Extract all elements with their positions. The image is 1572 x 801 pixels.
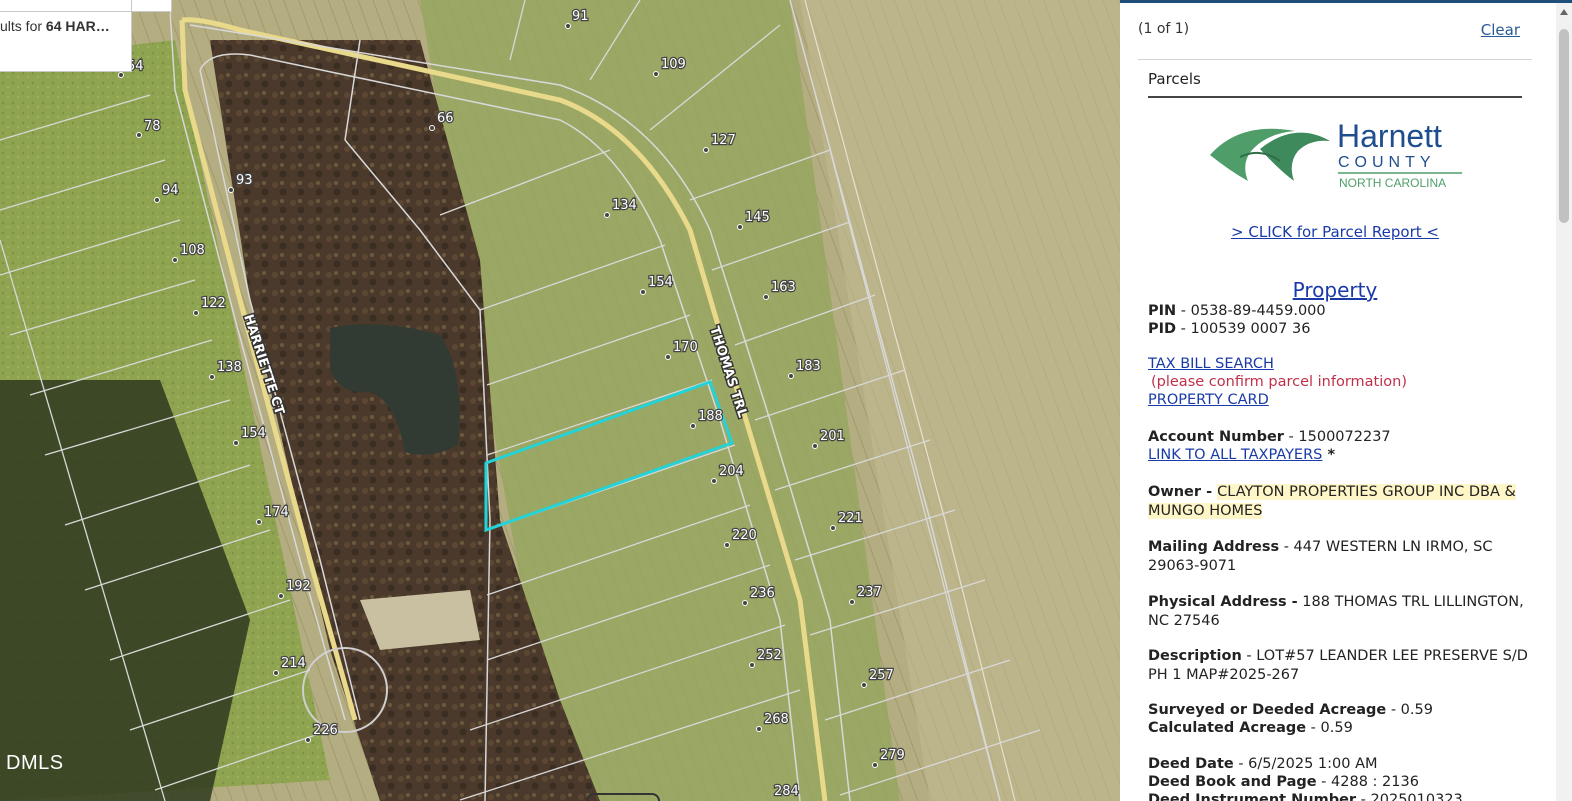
lot-label: 279 <box>880 748 905 763</box>
search-result-query: 64 HAR… <box>45 18 110 34</box>
divider <box>1148 96 1522 98</box>
map-view[interactable]: 91 109 66 78 127 94 93 134 145 108 154 1… <box>0 0 1120 801</box>
lot-label: 94 <box>162 183 179 198</box>
deed-date-label: Deed Date <box>1148 756 1234 772</box>
search-input-edge[interactable] <box>0 0 132 12</box>
physical-address-field: Physical Address - 188 THOMAS TRL LILLIN… <box>1148 593 1528 631</box>
property-card-link[interactable]: PROPERTY CARD <box>1148 392 1269 408</box>
account-value: - 1500072237 <box>1283 429 1391 445</box>
calculated-label: Calculated Acreage <box>1148 720 1307 736</box>
calculated-acreage-field: Calculated Acreage - 0.59 <box>1148 719 1528 737</box>
lot-label: 163 <box>771 280 796 295</box>
lot-label: 154 <box>648 275 673 290</box>
lot-label: 284 <box>774 784 799 799</box>
lot-label: 78 <box>144 119 161 134</box>
property-heading: Property <box>1292 278 1378 302</box>
lot-label: 109 <box>661 57 686 72</box>
logo-line2: COUNTY <box>1338 154 1436 171</box>
search-results-popup[interactable]: ults for 64 HAR… <box>0 0 132 72</box>
physical-label: Physical Address - <box>1148 594 1298 610</box>
taxpayers-star: * <box>1322 447 1336 463</box>
description-label: Description <box>1148 648 1242 664</box>
result-count: (1 of 1) <box>1138 21 1190 37</box>
lot-label: 214 <box>281 656 306 671</box>
mailing-label: Mailing Address <box>1148 539 1280 555</box>
divider <box>1138 59 1532 60</box>
parcel-report-link[interactable]: > CLICK for Parcel Report < <box>1120 223 1550 241</box>
lot-label: 268 <box>764 712 789 727</box>
owner-label: Owner - <box>1148 484 1218 500</box>
lot-label: 220 <box>732 528 757 543</box>
lot-label: 134 <box>612 198 637 213</box>
scroll-thumb[interactable] <box>1559 29 1569 223</box>
lot-label: 183 <box>796 359 821 374</box>
lot-label-selected: 188 <box>698 409 723 424</box>
lot-label: 237 <box>857 585 882 600</box>
mailing-address-field: Mailing Address - 447 WESTERN LN IRMO, S… <box>1148 538 1528 576</box>
deed-book-field: Deed Book and Page - 4288 : 2136 <box>1148 773 1528 791</box>
deed-instrument-label: Deed Instrument Number <box>1148 792 1357 801</box>
lot-label: 201 <box>820 429 845 444</box>
lot-label: 174 <box>264 505 289 520</box>
search-button-edge[interactable] <box>132 0 172 12</box>
pid-field: PID - 100539 0007 36 <box>1148 320 1528 338</box>
lot-label: 145 <box>745 210 770 225</box>
surveyed-acreage-field: Surveyed or Deeded Acreage - 0.59 <box>1148 701 1528 719</box>
pin-value: - 0538-89-4459.000 <box>1176 303 1326 319</box>
calculated-value: - 0.59 <box>1306 720 1353 736</box>
section-title-parcels: Parcels <box>1148 70 1201 88</box>
confirm-note: (please confirm parcel information) <box>1151 374 1407 390</box>
tax-bill-search-link[interactable]: TAX BILL SEARCH <box>1148 356 1274 372</box>
lot-label: 138 <box>217 360 242 375</box>
account-field: Account Number - 1500072237 <box>1148 428 1528 446</box>
logo-line3: NORTH CAROLINA <box>1339 176 1446 190</box>
map-watermark: DMLS <box>6 752 64 774</box>
lot-label: 226 <box>313 723 338 738</box>
deed-date-value: - 6/5/2025 1:00 AM <box>1233 756 1378 772</box>
lot-label: 204 <box>719 464 744 479</box>
search-result-text[interactable]: ults for 64 HAR… <box>0 18 128 34</box>
owner-field: Owner - CLAYTON PROPERTIES GROUP INC DBA… <box>1148 483 1528 521</box>
lot-label: 192 <box>286 579 311 594</box>
surveyed-label: Surveyed or Deeded Acreage <box>1148 702 1387 718</box>
deed-instrument-value: - 2025010323 <box>1356 792 1463 801</box>
pid-label: PID <box>1148 321 1177 337</box>
taxpayers-row: LINK TO ALL TAXPAYERS * <box>1148 446 1528 464</box>
lot-label: 66 <box>437 111 454 126</box>
map-bottom-handle[interactable] <box>586 793 660 801</box>
surveyed-value: - 0.59 <box>1386 702 1433 718</box>
lot-label: 221 <box>838 511 863 526</box>
lot-label: 93 <box>236 173 253 188</box>
pin-label: PIN <box>1148 303 1177 319</box>
clear-link[interactable]: Clear <box>1481 21 1520 39</box>
harnett-county-logo: Harnett COUNTY NORTH CAROLINA <box>1210 118 1462 190</box>
parcel-info-panel: (1 of 1) Clear Parcels Harnett COUNTY NO… <box>1120 0 1572 801</box>
deed-book-value: - 4288 : 2136 <box>1316 774 1419 790</box>
scroll-up-arrow-icon[interactable] <box>1560 9 1568 15</box>
pid-value: - 100539 0007 36 <box>1176 321 1311 337</box>
lot-label: 252 <box>757 648 782 663</box>
lot-label: 122 <box>201 296 226 311</box>
deed-instrument-field: Deed Instrument Number - 2025010323 <box>1148 791 1528 801</box>
panel-scrollbar[interactable] <box>1556 3 1572 801</box>
account-label: Account Number <box>1148 429 1284 445</box>
lot-label: 91 <box>572 9 589 24</box>
all-taxpayers-link[interactable]: LINK TO ALL TAXPAYERS <box>1148 447 1322 463</box>
description-field: Description - LOT#57 LEANDER LEE PRESERV… <box>1148 647 1528 685</box>
deed-date-field: Deed Date - 6/5/2025 1:00 AM <box>1148 755 1528 773</box>
lot-label: 170 <box>673 340 698 355</box>
aerial-map[interactable]: 91 109 66 78 127 94 93 134 145 108 154 1… <box>0 0 1120 801</box>
logo-line1: Harnett <box>1337 118 1442 154</box>
lot-label: 236 <box>750 586 775 601</box>
lot-label: 127 <box>711 133 736 148</box>
lot-label: 154 <box>241 426 266 441</box>
lot-label: 108 <box>180 243 205 258</box>
lot-label: 257 <box>869 668 894 683</box>
deed-book-label: Deed Book and Page <box>1148 774 1317 790</box>
pin-field: PIN - 0538-89-4459.000 <box>1148 302 1528 320</box>
search-result-prefix: ults for <box>0 18 46 34</box>
